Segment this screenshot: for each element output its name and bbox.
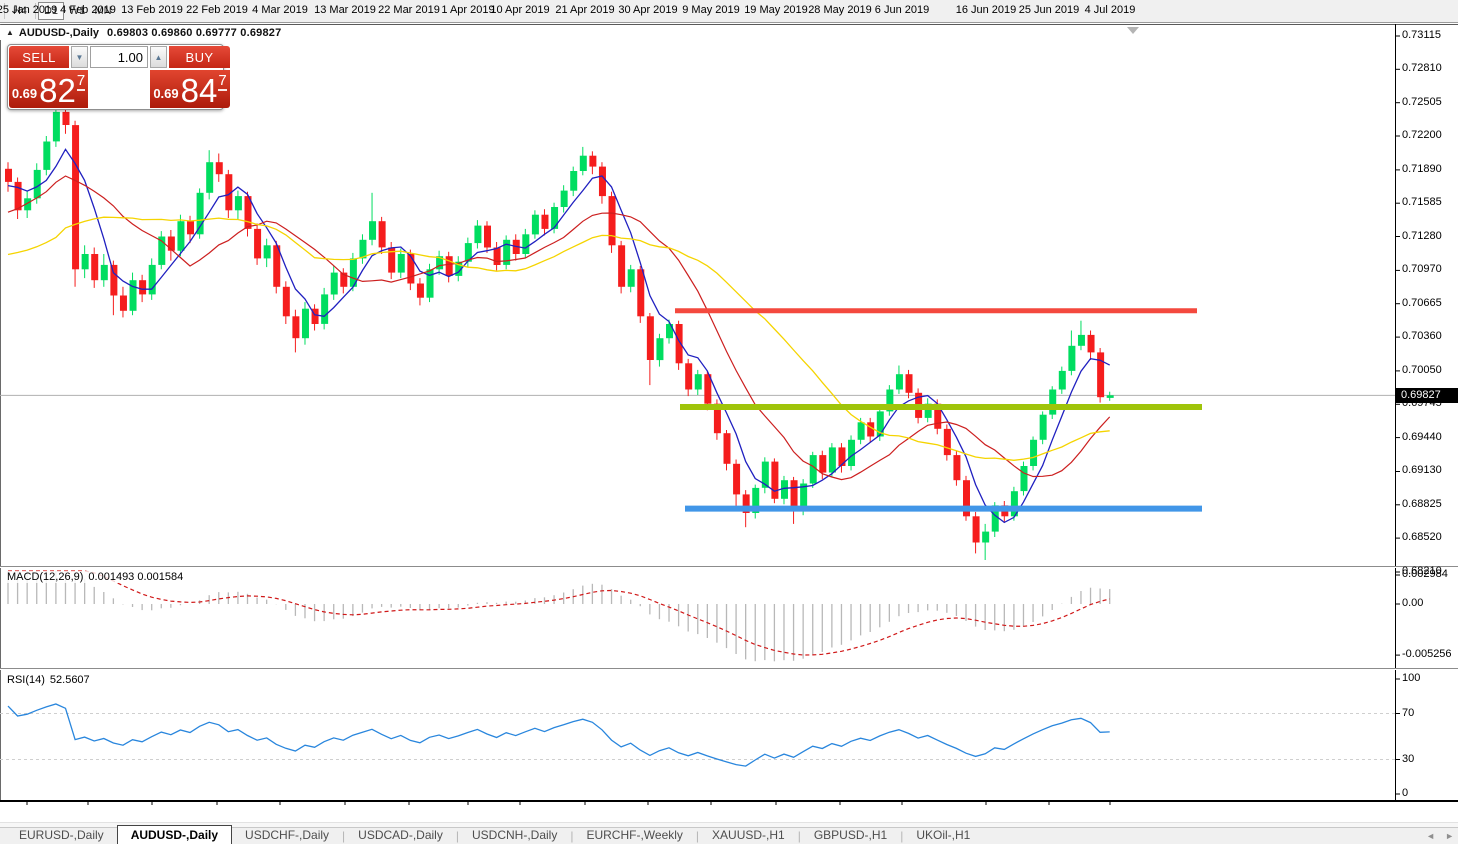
price-axis-tick: 0.70970 [1402, 263, 1442, 275]
macd-name: MACD(12,26,9) [7, 571, 83, 583]
date-axis-label: 6 Jun 2019 [860, 4, 944, 16]
buy-price-prefix: 0.69 [153, 86, 178, 101]
tab-scroll-right-icon[interactable]: ► [1445, 831, 1454, 841]
volume-decrease-button[interactable]: ▼ [71, 46, 88, 68]
tab-audusd-daily[interactable]: AUDUSD-,Daily [117, 825, 232, 844]
price-axis-tick: 0.70050 [1402, 364, 1442, 376]
macd-indicator-label: MACD(12,26,9) 0.001493 0.001584 [7, 571, 183, 583]
sell-price-tile[interactable]: 0.69 82 7 [9, 70, 88, 108]
mt4-window: H4D1W1MN ▲ AUDUSD-,Daily 0.69803 0.69860… [0, 0, 1458, 844]
price-axis-tick: 0.70360 [1402, 330, 1442, 342]
buy-button[interactable]: BUY [169, 46, 230, 68]
tab-usdchf-daily[interactable]: USDCHF-,Daily [232, 827, 342, 844]
chart-caption: ▲ AUDUSD-,Daily 0.69803 0.69860 0.69777 … [0, 25, 1390, 40]
macd-values: 0.001493 0.001584 [88, 571, 183, 583]
tab-eurusd-daily[interactable]: EURUSD-,Daily [6, 827, 117, 844]
volume-input[interactable] [90, 46, 148, 68]
price-axis-tick: 0.72200 [1402, 129, 1442, 141]
chart-ohlc-values: 0.69803 0.69860 0.69777 0.69827 [107, 27, 281, 39]
price-axis-tick: 0.68825 [1402, 498, 1442, 510]
macd-axis-tick: 0.002984 [1402, 568, 1448, 580]
tab-scroll-left-icon[interactable]: ◄ [1426, 831, 1435, 841]
rsi-indicator-label: RSI(14) 52.5607 [7, 674, 90, 686]
macd-axis-tick: -0.005256 [1402, 648, 1452, 660]
price-axis-tick: 0.71890 [1402, 163, 1442, 175]
one-click-trading-widget: SELL ▼ ▲ BUY 0.69 82 7 0.69 84 7 [7, 44, 224, 110]
chart-canvas[interactable] [0, 0, 1458, 844]
price-axis-tick: 0.72810 [1402, 62, 1442, 74]
volume-increase-button[interactable]: ▲ [150, 46, 167, 68]
tab-scroll-arrows: ◄► [1426, 831, 1454, 841]
symbol-marker-icon: ▲ [6, 28, 14, 37]
rsi-axis-tick: 70 [1402, 707, 1414, 719]
tab-usdcad-daily[interactable]: USDCAD-,Daily [345, 827, 456, 844]
rsi-name: RSI(14) [7, 674, 45, 686]
sell-price-main: 82 [39, 76, 76, 105]
chart-shift-marker-icon[interactable] [1127, 27, 1139, 34]
rsi-value: 52.5607 [50, 674, 90, 686]
tab-usdcnh-daily[interactable]: USDCNH-,Daily [459, 827, 570, 844]
tab-ukoil-h1[interactable]: UKOil-,H1 [903, 827, 983, 844]
date-axis-label: 4 Jul 2019 [1068, 4, 1152, 16]
tab-gbpusd-h1[interactable]: GBPUSD-,H1 [801, 827, 900, 844]
price-axis-tick: 0.71585 [1402, 196, 1442, 208]
rsi-axis-tick: 0 [1402, 787, 1408, 799]
sell-price-prefix: 0.69 [12, 86, 37, 101]
chart-tabs-bar: EURUSD-,DailyAUDUSD-,DailyUSDCHF-,Daily|… [0, 827, 1458, 844]
price-axis-tick: 0.71280 [1402, 230, 1442, 242]
rsi-axis-tick: 100 [1402, 672, 1420, 684]
sell-button[interactable]: SELL [9, 46, 69, 68]
price-axis-tick: 0.69130 [1402, 464, 1442, 476]
price-axis-tick: 0.73115 [1402, 29, 1441, 41]
price-axis-tick: 0.69440 [1402, 431, 1442, 443]
price-axis-tick: 0.68520 [1402, 531, 1442, 543]
buy-price-pip: 7 [218, 72, 226, 91]
rsi-axis-tick: 30 [1402, 753, 1414, 765]
price-axis-tick: 0.72505 [1402, 96, 1442, 108]
buy-price-tile[interactable]: 0.69 84 7 [150, 70, 230, 108]
buy-price-main: 84 [181, 76, 218, 105]
tab-eurchf-weekly[interactable]: EURCHF-,Weekly [573, 827, 695, 844]
tab-xauusd-h1[interactable]: XAUUSD-,H1 [699, 827, 798, 844]
price-axis-tick: 0.70665 [1402, 297, 1442, 309]
current-price-badge: 0.69827 [1396, 388, 1458, 403]
chart-title: AUDUSD-,Daily [19, 27, 99, 39]
macd-axis-tick: 0.00 [1402, 597, 1423, 609]
sell-price-pip: 7 [77, 72, 85, 91]
